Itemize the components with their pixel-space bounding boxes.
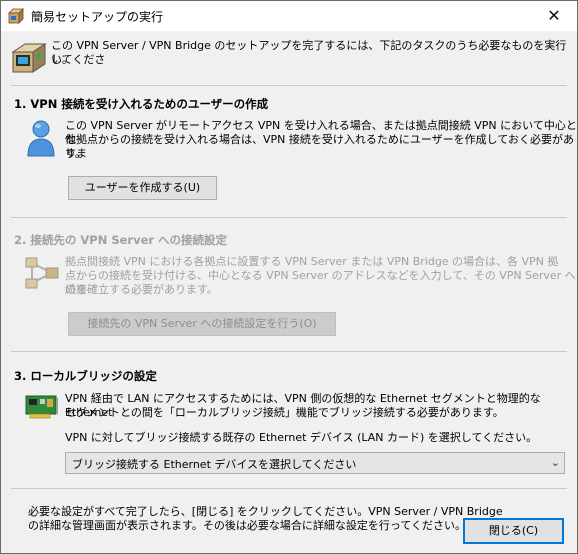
ethernet-device-select[interactable]: ブリッジ接続する Ethernet デバイスを選択してください ⌄ (65, 452, 565, 474)
setup-box-icon (8, 8, 24, 24)
intro-text-line2: い。 (51, 53, 73, 66)
separator (11, 217, 567, 218)
section1-desc-line3: す。 (65, 147, 86, 160)
section3-heading: 3. ローカルブリッジの設定 (14, 369, 157, 383)
section3-desc-line2: セグメントとの間を「ローカルブリッジ接続」機能でブリッジ接続する必要があります。 (65, 406, 504, 419)
footer-text-line2: の詳細な管理画面が表示されます。その後は必要な場合に詳細な設定を行ってください。 (28, 519, 467, 532)
close-button[interactable]: 閉じる(C) (463, 518, 564, 544)
window-title: 簡易セットアップの実行 (31, 10, 164, 24)
connection-settings-button[interactable]: 接続先の VPN Server への接続設定を行う(O) (68, 312, 336, 336)
ethernet-device-select-value: ブリッジ接続する Ethernet デバイスを選択してください (72, 458, 357, 471)
network-nodes-icon (25, 257, 59, 289)
ethernet-device-prompt: VPN に対してブリッジ接続する既存の Ethernet デバイス (LAN カ… (65, 431, 538, 444)
section2-desc-line3: 続を確立する必要があります。 (65, 283, 218, 296)
network-card-icon (25, 395, 58, 419)
user-icon (27, 120, 55, 157)
intro-text-line1: この VPN Server / VPN Bridge のセットアップを完了するに… (51, 39, 567, 66)
chevron-down-icon: ⌄ (550, 456, 560, 469)
vpn-server-box-icon (11, 43, 47, 73)
separator (11, 85, 567, 86)
separator (11, 488, 567, 489)
separator (11, 351, 567, 352)
close-icon: ✕ (547, 6, 561, 25)
create-user-button[interactable]: ユーザーを作成する(U) (68, 176, 217, 200)
section2-desc-line1: 拠点間接続 VPN における各拠点に設置する VPN Server または VP… (65, 255, 559, 268)
footer-text-line1: 必要な設定がすべて完了したら、[閉じる] をクリックしてください。VPN Ser… (28, 505, 503, 518)
window-close-button[interactable]: ✕ (531, 1, 577, 31)
section1-desc-line2: 他拠点からの接続を受け入れる場合は、VPN 接続を受け入れるためにユーザーを作成… (65, 133, 574, 160)
section2-heading: 2. 接続先の VPN Server への接続設定 (14, 233, 228, 247)
title-bar: 簡易セットアップの実行 ✕ (1, 1, 577, 31)
section1-heading: 1. VPN 接続を受け入れるためのユーザーの作成 (14, 97, 269, 111)
setup-dialog: 簡易セットアップの実行 ✕ この VPN Server / VPN Bridge… (0, 0, 578, 554)
